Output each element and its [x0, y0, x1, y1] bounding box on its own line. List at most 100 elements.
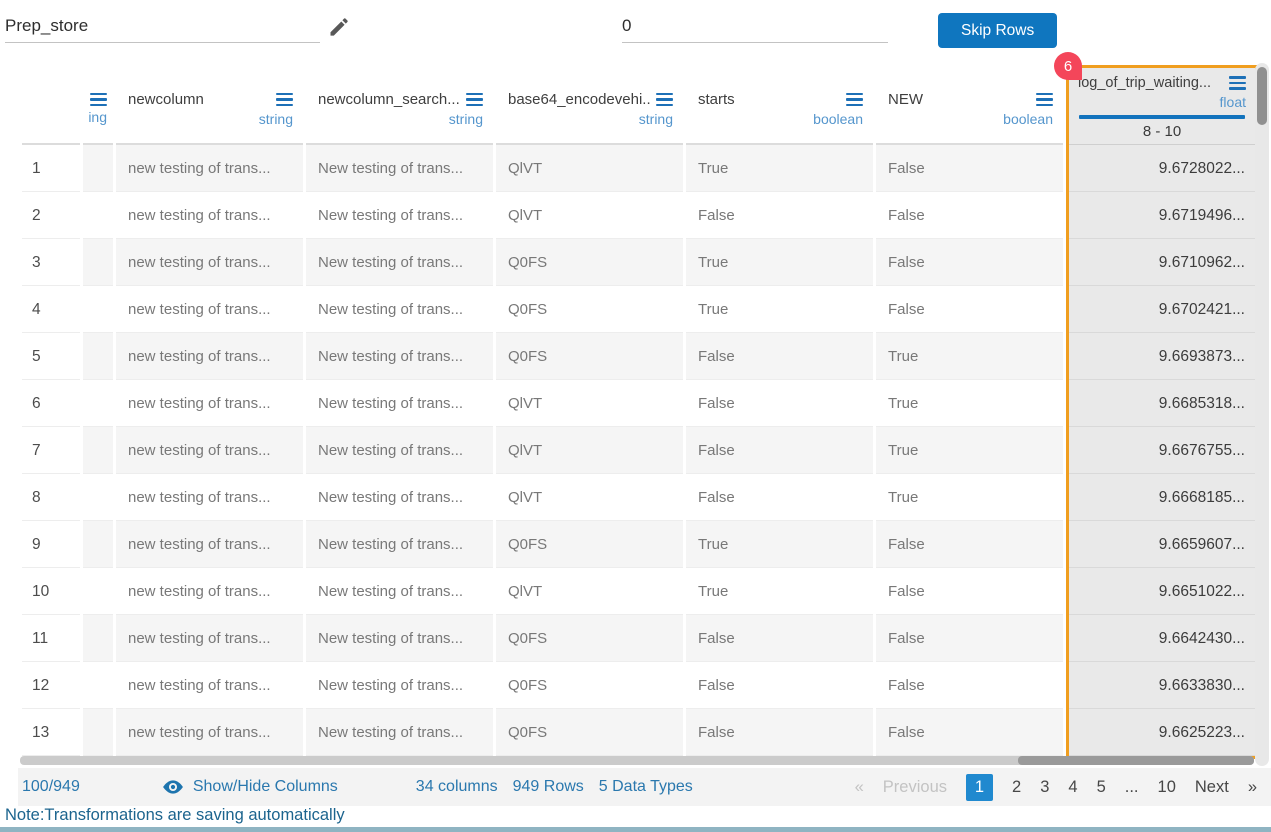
pagination-page-current[interactable]: 1 — [966, 774, 993, 801]
column-header-starts[interactable]: starts boolean — [686, 75, 873, 145]
pagination-item-: « — [855, 778, 864, 797]
cell-base64_encodevehi: QlVT — [496, 568, 683, 615]
cell-log_of_trip_waiting: 9.6625223... — [1069, 709, 1255, 756]
cell-starts: False — [686, 380, 873, 427]
pagination-item-2[interactable]: 2 — [1012, 778, 1021, 797]
column-histogram-bar — [1079, 115, 1245, 119]
column-header-row-index — [22, 75, 80, 145]
column-name: log_of_trip_waiting... — [1078, 75, 1211, 91]
row-number-cell: 9 — [22, 521, 80, 568]
cell-log_of_trip_waiting: 9.6710962... — [1069, 239, 1255, 286]
column-menu-icon[interactable] — [1036, 93, 1053, 107]
column-type-label: boolean — [813, 111, 863, 127]
cell-clipped-column — [83, 427, 113, 474]
show-hide-columns-button[interactable]: Show/Hide Columns — [162, 776, 338, 798]
pagination-item-10[interactable]: 10 — [1158, 778, 1176, 797]
pagination-ellipsis: ... — [1125, 778, 1139, 797]
column-menu-icon[interactable] — [276, 93, 293, 107]
vertical-scrollbar-thumb[interactable] — [1257, 67, 1267, 125]
skip-rows-input[interactable] — [622, 12, 888, 43]
cell-newcolumn_search: New testing of trans... — [306, 615, 493, 662]
pagination-item-5[interactable]: 5 — [1097, 778, 1106, 797]
column-menu-icon[interactable] — [656, 93, 673, 107]
step-badge: 6 — [1054, 52, 1082, 80]
column-menu-icon[interactable] — [846, 93, 863, 107]
column-name-row: NEW — [888, 91, 1053, 108]
column-menu-icon[interactable] — [466, 93, 483, 107]
column-name-row: newcolumn — [128, 91, 293, 108]
cell-newcolumn_search: New testing of trans... — [306, 709, 493, 756]
cell-base64_encodevehi: QlVT — [496, 427, 683, 474]
column-base64_encodevehi: base64_encodevehi...stringQlVTQlVTQ0FSQ0… — [496, 75, 683, 756]
row-number-cell: 13 — [22, 709, 80, 756]
cell-NEW: True — [876, 333, 1063, 380]
cell-newcolumn: new testing of trans... — [116, 709, 303, 756]
cell-clipped-column — [83, 239, 113, 286]
cell-base64_encodevehi: Q0FS — [496, 662, 683, 709]
horizontal-scrollbar[interactable] — [20, 756, 1254, 765]
column-type-label: string — [639, 111, 673, 127]
column-range-label: 8 - 10 — [1078, 123, 1246, 140]
autosave-note: Note:Transformations are saving automati… — [5, 806, 345, 825]
cell-clipped-column — [83, 145, 113, 192]
eye-icon — [162, 776, 184, 798]
cell-base64_encodevehi: QlVT — [496, 380, 683, 427]
column-menu-icon[interactable] — [1229, 76, 1246, 90]
cell-newcolumn_search: New testing of trans... — [306, 333, 493, 380]
cell-newcolumn_search: New testing of trans... — [306, 568, 493, 615]
cell-NEW: False — [876, 192, 1063, 239]
pagination-item-[interactable]: » — [1248, 778, 1257, 797]
column-header-newcolumn[interactable]: newcolumnstring — [116, 75, 303, 145]
horizontal-scrollbar-thumb[interactable] — [1018, 756, 1254, 765]
column-header-NEW[interactable]: NEWboolean — [876, 75, 1063, 145]
cell-clipped-column — [83, 474, 113, 521]
column-header-clipped-column[interactable]: ing — [83, 75, 113, 145]
pagination-item-4[interactable]: 4 — [1068, 778, 1077, 797]
cell-NEW: False — [876, 239, 1063, 286]
cell-newcolumn_search: New testing of trans... — [306, 380, 493, 427]
cell-clipped-column — [83, 192, 113, 239]
vertical-scrollbar[interactable] — [1255, 63, 1269, 766]
cell-newcolumn_search: New testing of trans... — [306, 427, 493, 474]
cell-newcolumn: new testing of trans... — [116, 239, 303, 286]
column-clipped-column: ing — [83, 75, 113, 756]
cell-log_of_trip_waiting: 9.6659607... — [1069, 521, 1255, 568]
cell-newcolumn_search: New testing of trans... — [306, 474, 493, 521]
column-header-log_of_trip_waiting[interactable]: log_of_trip_waiting...float8 - 10 — [1069, 68, 1255, 145]
cell-clipped-column — [83, 521, 113, 568]
pagination-item-3[interactable]: 3 — [1040, 778, 1049, 797]
row-number-cell: 7 — [22, 427, 80, 474]
column-name: starts — [698, 91, 735, 108]
cell-starts: False — [686, 615, 873, 662]
cell-log_of_trip_waiting: 9.6702421... — [1069, 286, 1255, 333]
column-header-base64_encodevehi[interactable]: base64_encodevehi...string — [496, 75, 683, 145]
pagination-item-Previous: Previous — [883, 778, 947, 797]
row-number-cell: 2 — [22, 192, 80, 239]
cell-log_of_trip_waiting: 9.6719496... — [1069, 192, 1255, 239]
cell-starts: False — [686, 427, 873, 474]
top-toolbar: Skip Rows — [0, 0, 1271, 63]
cell-newcolumn_search: New testing of trans... — [306, 192, 493, 239]
skip-rows-button[interactable]: Skip Rows — [938, 13, 1057, 48]
cell-log_of_trip_waiting: 9.6651022... — [1069, 568, 1255, 615]
column-log_of_trip_waiting: 6log_of_trip_waiting...float8 - 109.6728… — [1066, 65, 1258, 759]
column-menu-icon[interactable] — [90, 93, 107, 107]
column-header-newcolumn_search[interactable]: newcolumn_search...string — [306, 75, 493, 145]
cell-newcolumn: new testing of trans... — [116, 286, 303, 333]
column-name: NEW — [888, 91, 923, 108]
row-number-cell: 10 — [22, 568, 80, 615]
cell-newcolumn: new testing of trans... — [116, 662, 303, 709]
column-newcolumn_search: newcolumn_search...string New testing of … — [306, 75, 493, 756]
cell-base64_encodevehi: Q0FS — [496, 286, 683, 333]
cell-base64_encodevehi: Q0FS — [496, 615, 683, 662]
cell-newcolumn: new testing of trans... — [116, 145, 303, 192]
cell-newcolumn_search: New testing of trans... — [306, 662, 493, 709]
cell-clipped-column — [83, 380, 113, 427]
pagination-item-Next[interactable]: Next — [1195, 778, 1229, 797]
dataset-name-input[interactable] — [5, 12, 320, 43]
edit-name-pencil-icon[interactable] — [327, 15, 351, 39]
row-number-cell: 5 — [22, 333, 80, 380]
cell-NEW: False — [876, 709, 1063, 756]
cell-newcolumn_search: New testing of trans... — [306, 286, 493, 333]
visible-rows-counter: 100/949 — [22, 778, 80, 796]
